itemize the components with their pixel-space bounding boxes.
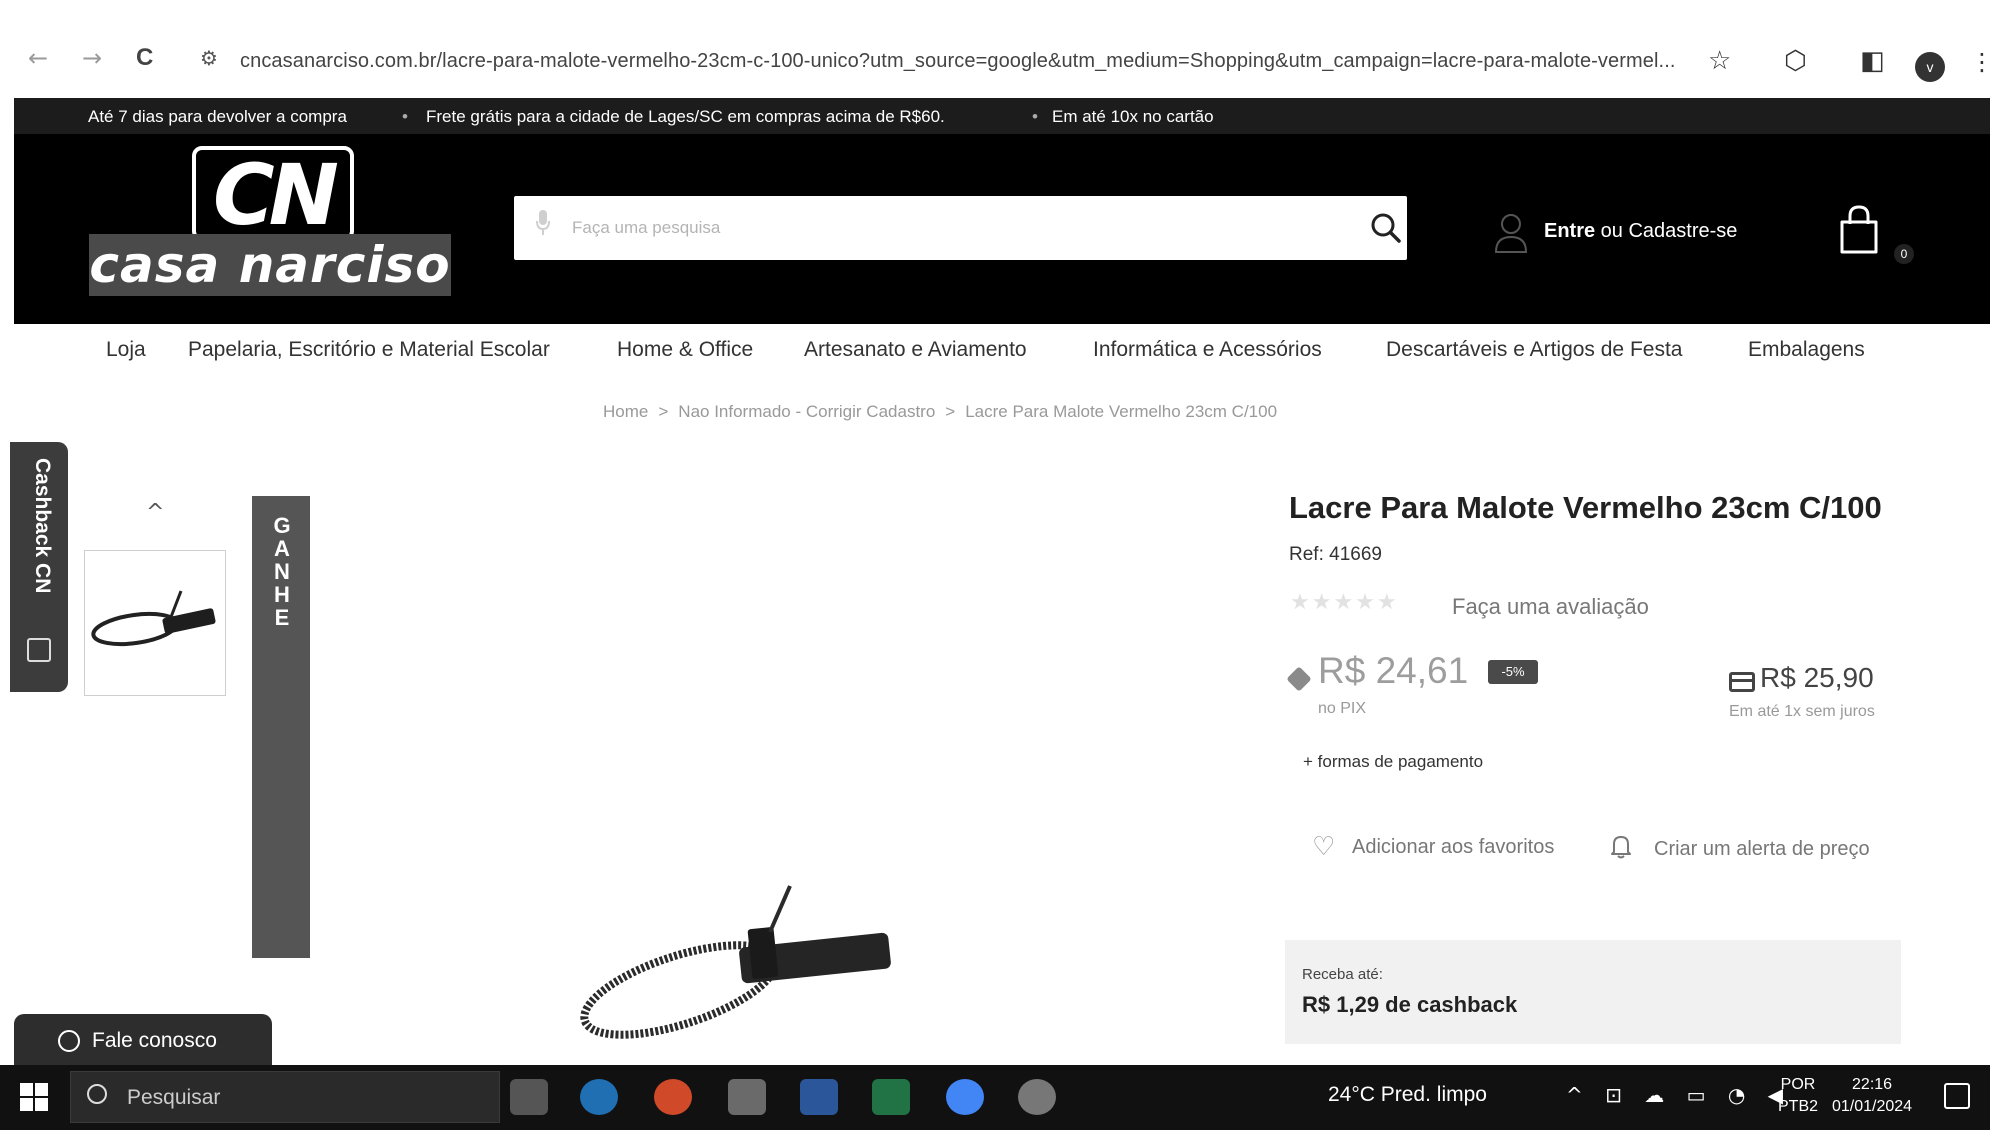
site-info-icon[interactable]: ⚙ <box>200 46 218 70</box>
nav-item-papelaria[interactable]: Papelaria, Escritório e Material Escolar <box>188 338 550 362</box>
breadcrumb-current: Lacre Para Malote Vermelho 23cm C/100 <box>965 402 1278 421</box>
announcement-bar: Até 7 dias para devolver a compra • Fret… <box>14 98 1990 134</box>
keyboard-layout: PTB2 <box>1778 1098 1819 1115</box>
clock-time: 22:16 <box>1852 1076 1893 1093</box>
payment-options-link[interactable]: + formas de pagamento <box>1303 752 1483 772</box>
chat-label: Fale conosco <box>92 1029 217 1052</box>
announcement-separator: • <box>1032 107 1038 126</box>
excel-icon[interactable] <box>872 1079 910 1115</box>
browser-menu-icon[interactable]: ⋮ <box>1970 48 1990 77</box>
search-bar <box>514 196 1407 260</box>
nav-item-informatica[interactable]: Informática e Acessórios <box>1093 338 1322 362</box>
language-code: POR <box>1780 1076 1816 1093</box>
profile-avatar[interactable]: v <box>1915 52 1945 82</box>
announcement-separator: • <box>402 107 408 126</box>
cashback-side-tab[interactable]: Cashback CN <box>10 442 68 692</box>
windows-start-icon[interactable] <box>20 1083 48 1111</box>
cashback-amount: R$ 1,29 de cashback <box>1302 992 1518 1017</box>
word-icon[interactable] <box>800 1079 838 1115</box>
site-logo[interactable]: CN casa narciso <box>89 146 451 296</box>
cart-count-badge: 0 <box>1894 244 1914 264</box>
breadcrumb-home[interactable]: Home <box>603 402 648 421</box>
address-bar[interactable]: cncasanarciso.com.br/lacre-para-malote-v… <box>240 50 1676 73</box>
nav-item-home-office[interactable]: Home & Office <box>617 338 753 362</box>
search-icon <box>87 1084 107 1104</box>
cashback-small-label: Receba até: <box>1302 966 1383 983</box>
favorites-label: Adicionar aos favoritos <box>1352 836 1555 858</box>
credit-card-icon <box>1729 672 1755 692</box>
discount-badge: -5% <box>1488 660 1538 684</box>
heart-icon: ♡ <box>1312 832 1336 862</box>
user-icon[interactable] <box>1494 212 1528 254</box>
system-tray-icons[interactable]: ^ ⊡ ☁ ▭ ◔ ◀ <box>1566 1083 1791 1107</box>
chat-button[interactable]: Fale conosco <box>14 1014 272 1068</box>
product-title: Lacre Para Malote Vermelho 23cm C/100 <box>1289 490 1882 525</box>
logo-name: casa narciso <box>89 234 451 296</box>
announcement-returns: Até 7 dias para devolver a compra <box>88 107 347 126</box>
whatsapp-icon <box>58 1030 80 1052</box>
ganhe-banner[interactable]: GANHE <box>252 496 310 958</box>
logo-mark: CN <box>192 146 354 241</box>
microphone-icon[interactable] <box>536 210 550 236</box>
card-terms: Em até 1x sem juros <box>1729 703 1875 720</box>
system-clock[interactable]: 22:16 01/01/2024 <box>1832 1074 1912 1118</box>
paint-icon[interactable] <box>1018 1079 1056 1115</box>
bookmark-star-icon[interactable]: ☆ <box>1708 46 1731 76</box>
search-input[interactable] <box>572 208 1332 248</box>
bell-icon <box>1611 836 1631 859</box>
language-indicator[interactable]: POR PTB2 <box>1778 1074 1818 1118</box>
reload-icon[interactable]: C <box>136 44 153 72</box>
pix-price: R$ 24,61 <box>1318 650 1469 691</box>
breadcrumb-separator: > <box>945 402 956 421</box>
clock-date: 01/01/2024 <box>1832 1098 1913 1115</box>
taskbar-search-label: Pesquisar <box>127 1086 221 1109</box>
category-nav: Loja Papelaria, Escritório e Material Es… <box>0 324 1990 384</box>
edge-icon[interactable] <box>580 1079 618 1115</box>
announcement-installments: Em até 10x no cartão <box>1052 107 1214 126</box>
browser-toolbar: ← → C ⚙ cncasanarciso.com.br/lacre-para-… <box>0 0 1990 88</box>
notifications-icon[interactable] <box>1944 1083 1970 1109</box>
chrome-icon[interactable] <box>946 1079 984 1115</box>
rate-product-link[interactable]: Faça uma avaliação <box>1452 594 1649 620</box>
rating-stars: ★★★★★ <box>1290 590 1399 615</box>
announcement-shipping: Frete grátis para a cidade de Lages/SC e… <box>426 107 945 126</box>
site-header: CN casa narciso Entre ou Cadastre-se 0 <box>14 134 1990 324</box>
task-view-icon[interactable] <box>510 1079 548 1115</box>
pix-icon <box>1286 666 1312 692</box>
taskbar-search[interactable]: Pesquisar <box>70 1071 500 1123</box>
nav-item-descartaveis[interactable]: Descartáveis e Artigos de Festa <box>1386 338 1682 362</box>
os-taskbar: Pesquisar 24°C Pred. limpo ^ ⊡ ☁ ▭ ◔ ◀ P… <box>0 1065 1990 1130</box>
breadcrumb-separator: > <box>658 402 669 421</box>
breadcrumb-category[interactable]: Nao Informado - Corrigir Cadastro <box>678 402 935 421</box>
nav-item-loja[interactable]: Loja <box>106 338 146 362</box>
price-alert-label: Criar um alerta de preço <box>1654 838 1870 860</box>
breadcrumb: Home > Nao Informado - Corrigir Cadastro > L… <box>603 402 1277 422</box>
thumbnail-seal-image <box>91 590 216 647</box>
ganhe-text: GANHE <box>273 513 291 630</box>
forward-icon[interactable]: → <box>82 44 102 72</box>
search-icon[interactable] <box>1370 212 1402 244</box>
side-panel-icon[interactable]: ◧ <box>1860 46 1885 76</box>
product-main-image[interactable] <box>560 880 920 1070</box>
chevron-up-icon[interactable]: ^ <box>146 500 164 525</box>
external-link-icon <box>27 638 51 662</box>
extensions-icon[interactable]: ⬡ <box>1784 46 1807 76</box>
login-bold: Entre <box>1544 220 1596 242</box>
shopping-bag-icon[interactable] <box>1838 204 1880 256</box>
product-ref: Ref: 41669 <box>1289 544 1382 565</box>
opera-icon[interactable] <box>654 1079 692 1115</box>
card-price: R$ 25,90 <box>1760 662 1874 693</box>
cashback-tab-label: Cashback CN <box>31 458 54 594</box>
product-thumbnail[interactable] <box>84 550 226 696</box>
login-link[interactable]: Entre ou Cadastre-se <box>1544 220 1737 243</box>
pix-label: no PIX <box>1318 700 1367 717</box>
register-text: ou Cadastre-se <box>1595 220 1738 242</box>
back-icon[interactable]: ← <box>28 44 48 72</box>
file-explorer-icon[interactable] <box>728 1079 766 1115</box>
weather-widget[interactable]: 24°C Pred. limpo <box>1328 1083 1487 1107</box>
nav-item-embalagens[interactable]: Embalagens <box>1748 338 1865 362</box>
nav-item-artesanato[interactable]: Artesanato e Aviamento <box>804 338 1027 362</box>
cashback-info-box: Receba até: R$ 1,29 de cashback <box>1285 940 1901 1044</box>
